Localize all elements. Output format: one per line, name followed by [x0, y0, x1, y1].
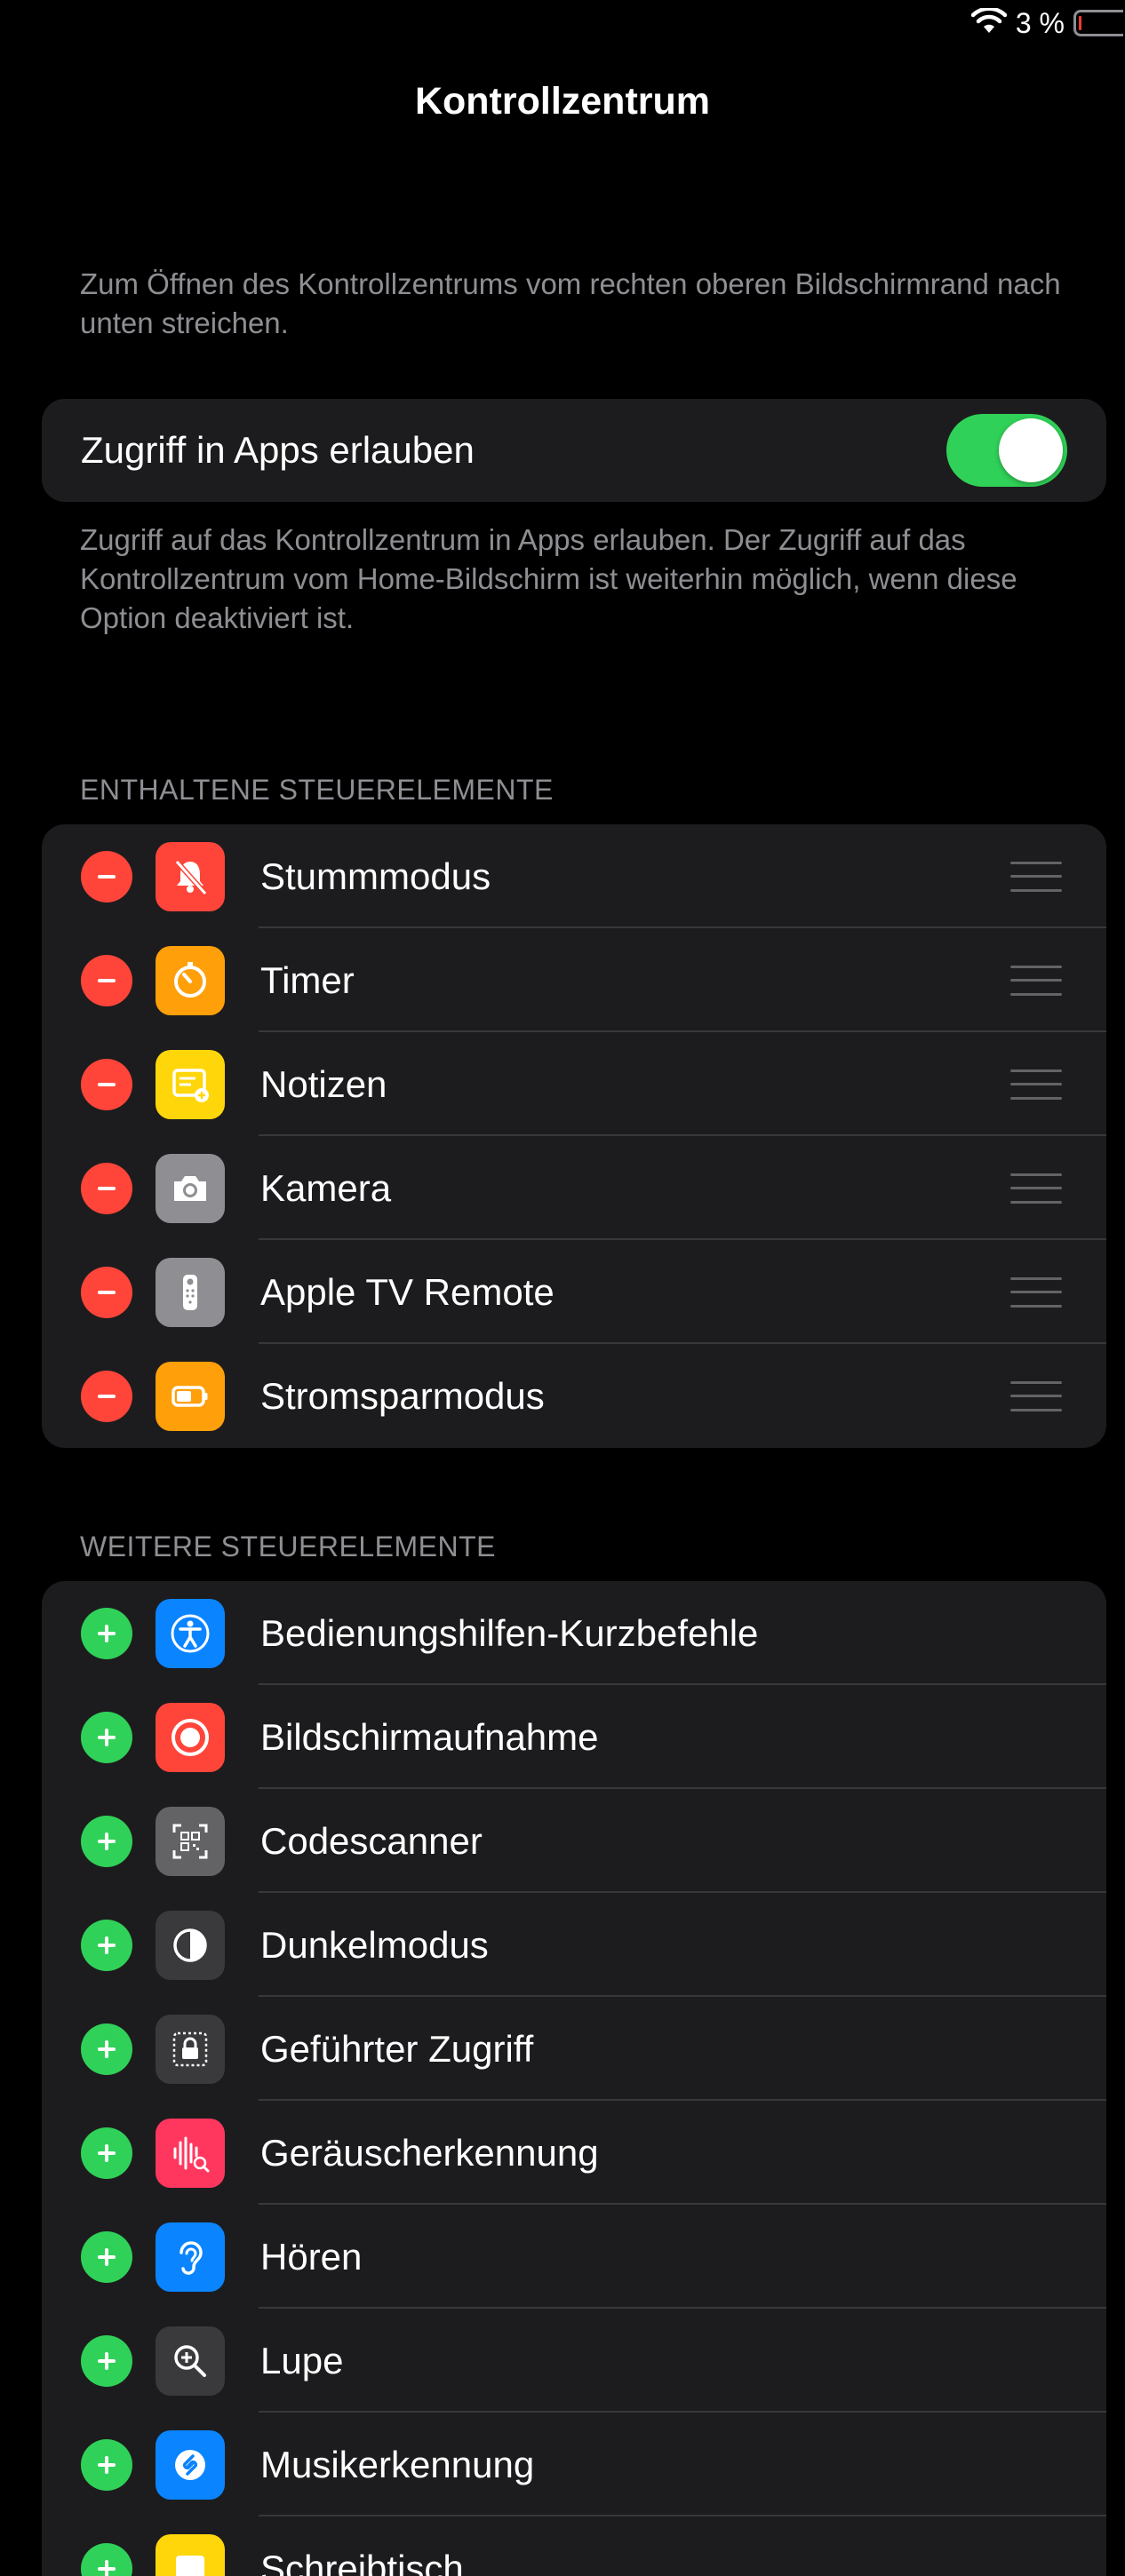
- more-row-codescanner: Codescanner: [42, 1789, 1106, 1893]
- access-toggle-row: Zugriff in Apps erlauben: [42, 399, 1106, 502]
- more-row-hoeren: Hören: [42, 2205, 1106, 2309]
- more-row-geraeuscherkennung: Geräuscherkennung: [42, 2101, 1106, 2205]
- switch-knob: [999, 418, 1063, 482]
- row-label: Apple TV Remote: [260, 1271, 1010, 1314]
- reorder-handle[interactable]: [1010, 1069, 1062, 1100]
- page-title: Kontrollzentrum: [0, 80, 1125, 123]
- battery-icon: [156, 1362, 225, 1431]
- row-label: Dunkelmodus: [260, 1924, 1106, 1967]
- remove-button[interactable]: [81, 1371, 132, 1422]
- dark-mode-icon: [156, 1911, 225, 1980]
- row-label: Stromsparmodus: [260, 1375, 1010, 1418]
- more-row-bedienungshilfen: Bedienungshilfen-Kurzbefehle: [42, 1581, 1106, 1685]
- add-button[interactable]: [81, 1712, 132, 1763]
- remove-button[interactable]: [81, 851, 132, 902]
- row-label: Timer: [260, 959, 1010, 1002]
- row-label: Notizen: [260, 1063, 1010, 1106]
- more-row-lupe: Lupe: [42, 2309, 1106, 2413]
- shazam-icon: [156, 2430, 225, 2500]
- more-section-header: WEITERE STEUERELEMENTE: [80, 1530, 496, 1563]
- intro-note: Zum Öffnen des Kontrollzentrums vom rech…: [80, 265, 1084, 343]
- row-label: Kamera: [260, 1167, 1010, 1210]
- add-button[interactable]: [81, 2543, 132, 2576]
- more-controls-list: Bedienungshilfen-Kurzbefehle Bildschirma…: [42, 1581, 1106, 2576]
- row-label: Stummmodus: [260, 855, 1010, 898]
- remove-button[interactable]: [81, 1267, 132, 1318]
- add-button[interactable]: [81, 1920, 132, 1971]
- row-label: Codescanner: [260, 1820, 1106, 1863]
- row-label: Bildschirmaufnahme: [260, 1716, 1106, 1759]
- more-row-dunkelmodus: Dunkelmodus: [42, 1893, 1106, 1997]
- more-row-schreibtisch: Schreibtisch: [42, 2516, 1106, 2576]
- access-note: Zugriff auf das Kontrollzentrum in Apps …: [80, 521, 1084, 638]
- more-row-musikerkennung: Musikerkennung: [42, 2413, 1106, 2516]
- reorder-handle[interactable]: [1010, 1277, 1062, 1308]
- remove-button[interactable]: [81, 955, 132, 1006]
- reorder-handle[interactable]: [1010, 862, 1062, 892]
- reorder-handle[interactable]: [1010, 1173, 1062, 1204]
- add-button[interactable]: [81, 2335, 132, 2387]
- add-button[interactable]: [81, 1816, 132, 1867]
- included-controls-list: Stummmodus Timer: [42, 824, 1106, 1448]
- remote-icon: [156, 1258, 225, 1327]
- status-bar: 3 %: [858, 0, 1125, 46]
- notes-icon: [156, 1050, 225, 1119]
- guided-access-lock-icon: [156, 2015, 225, 2084]
- row-label: Musikerkennung: [260, 2444, 1106, 2486]
- row-label: Geräuscherkennung: [260, 2132, 1106, 2174]
- add-button[interactable]: [81, 2231, 132, 2283]
- row-label: Bedienungshilfen-Kurzbefehle: [260, 1612, 1106, 1655]
- included-row-kamera: Kamera: [42, 1136, 1106, 1240]
- included-row-stummmodus: Stummmodus: [42, 824, 1106, 928]
- battery-icon: [1073, 10, 1123, 36]
- access-toggle-switch[interactable]: [946, 414, 1067, 487]
- magnifier-icon: [156, 2326, 225, 2396]
- timer-icon: [156, 946, 225, 1015]
- accessibility-icon: [156, 1599, 225, 1668]
- access-toggle-label: Zugriff in Apps erlauben: [81, 429, 475, 472]
- row-label: Geführter Zugriff: [260, 2028, 1106, 2071]
- qr-code-icon: [156, 1807, 225, 1876]
- bell-slash-icon: [156, 842, 225, 911]
- add-button[interactable]: [81, 1608, 132, 1659]
- more-row-bildschirmaufnahme: Bildschirmaufnahme: [42, 1685, 1106, 1789]
- camera-icon: [156, 1154, 225, 1223]
- included-row-notizen: Notizen: [42, 1032, 1106, 1136]
- included-row-apple-tv-remote: Apple TV Remote: [42, 1240, 1106, 1344]
- included-section-header: ENTHALTENE STEUERELEMENTE: [80, 774, 554, 807]
- add-button[interactable]: [81, 2439, 132, 2491]
- add-button[interactable]: [81, 2023, 132, 2075]
- reorder-handle[interactable]: [1010, 966, 1062, 996]
- screen-record-icon: [156, 1703, 225, 1772]
- reorder-handle[interactable]: [1010, 1381, 1062, 1411]
- sound-recognition-icon: [156, 2119, 225, 2188]
- access-card: Zugriff in Apps erlauben: [42, 399, 1106, 502]
- included-row-stromsparmodus: Stromsparmodus: [42, 1344, 1106, 1448]
- remove-button[interactable]: [81, 1059, 132, 1110]
- wifi-icon: [971, 8, 1007, 39]
- row-label: Schreibtisch: [260, 2548, 1106, 2576]
- row-label: Hören: [260, 2236, 1106, 2278]
- ear-icon: [156, 2222, 225, 2292]
- add-button[interactable]: [81, 2127, 132, 2179]
- row-label: Lupe: [260, 2340, 1106, 2382]
- remove-button[interactable]: [81, 1163, 132, 1214]
- included-row-timer: Timer: [42, 928, 1106, 1032]
- notes-yellow-icon: [156, 2534, 225, 2576]
- more-row-gefuehrter-zugriff: Geführter Zugriff: [42, 1997, 1106, 2101]
- battery-percent: 3 %: [1016, 7, 1065, 40]
